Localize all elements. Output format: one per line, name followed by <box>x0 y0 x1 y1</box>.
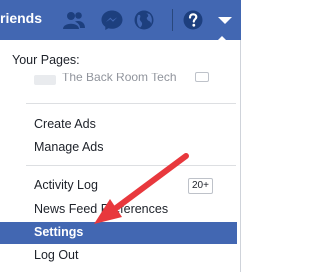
activity-log-label: Activity Log <box>34 178 98 192</box>
notifications-globe-icon[interactable] <box>132 9 156 31</box>
page-notification-badge <box>195 72 209 82</box>
your-pages-heading: Your Pages: <box>12 53 80 67</box>
topbar-divider <box>172 9 173 31</box>
create-ads-label: Create Ads <box>34 117 96 131</box>
news-feed-preferences-item[interactable]: News Feed Preferences <box>0 199 237 221</box>
log-out-label: Log Out <box>34 248 79 262</box>
news-feed-preferences-label: News Feed Preferences <box>34 202 169 216</box>
page-item-back-room-tech[interactable]: The Back Room Tech <box>34 73 214 87</box>
menu-divider <box>26 165 236 166</box>
page-name-label: The Back Room Tech <box>62 73 177 84</box>
settings-label: Settings <box>34 225 84 239</box>
friend-requests-icon[interactable] <box>62 9 86 31</box>
manage-ads-label: Manage Ads <box>34 140 104 154</box>
top-navigation-bar: riends <box>0 0 241 40</box>
help-icon[interactable] <box>181 9 205 31</box>
menu-divider <box>26 103 236 104</box>
create-ads-item[interactable]: Create Ads <box>0 114 237 136</box>
log-out-item[interactable]: Log Out <box>0 245 237 267</box>
page-thumbnail <box>34 75 56 85</box>
manage-ads-item[interactable]: Manage Ads <box>0 137 237 159</box>
friends-link-label[interactable]: riends <box>0 10 42 26</box>
activity-count-badge: 20+ <box>188 178 213 194</box>
settings-item[interactable]: Settings <box>0 222 237 244</box>
account-menu-caret-icon[interactable] <box>213 9 237 31</box>
messenger-icon[interactable] <box>100 9 124 31</box>
